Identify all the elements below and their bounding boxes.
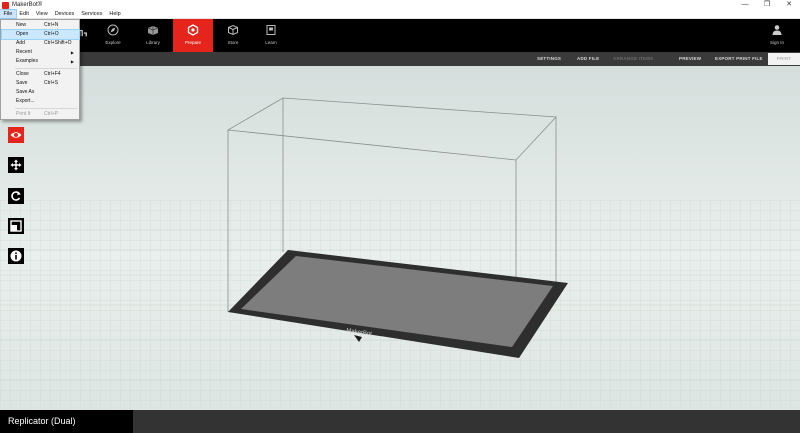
user-icon [772, 25, 782, 35]
nav-library[interactable]: Library [133, 19, 173, 52]
file-menu-recent[interactable]: Recent ▶ [2, 48, 79, 57]
file-menu-recent-label: Recent [16, 49, 32, 55]
restore-button[interactable]: ❐ [756, 0, 778, 10]
3d-viewport[interactable]: MakerBot [0, 66, 800, 410]
file-menu-new-shortcut: Ctrl+N [44, 22, 59, 28]
window-title: MakerBot® [12, 2, 43, 8]
file-menu-print-it: Print It Ctrl+P [2, 110, 79, 119]
nav-store[interactable]: Store [213, 19, 253, 52]
nav-learn[interactable]: Learn [251, 19, 291, 52]
file-menu-export[interactable]: Export... [2, 97, 79, 106]
file-menu-save[interactable]: Save Ctrl+S [2, 79, 79, 88]
eye-icon [10, 132, 22, 138]
file-menu-print-it-shortcut: Ctrl+P [44, 111, 59, 117]
menu-view[interactable]: View [32, 10, 51, 18]
sign-in-button[interactable]: Sign In [762, 19, 792, 52]
action-bar: SETTINGS ADD FILE ARRANGE ITEMS PREVIEW … [0, 52, 800, 66]
menu-services[interactable]: Services [78, 10, 106, 18]
submenu-arrow-icon: ▶ [70, 59, 74, 64]
settings-button[interactable]: SETTINGS [537, 52, 561, 66]
rotate-tool-button[interactable] [8, 188, 24, 204]
nav-label-store: Store [227, 40, 239, 45]
file-menu-open-shortcut: Ctrl+O [44, 31, 59, 37]
cubes-icon [147, 26, 159, 35]
file-menu-close-label: Close [16, 71, 29, 77]
nav-label-prepare: Prepare [184, 40, 201, 45]
file-menu-save-as-label: Save As [16, 89, 35, 95]
file-menu-dropdown: New Ctrl+N Open Ctrl+O Add Ctrl+Shift+O … [0, 19, 80, 120]
info-tool-button[interactable] [8, 248, 24, 264]
scale-tool-button[interactable] [8, 218, 24, 234]
file-menu-export-label: Export... [16, 98, 35, 104]
file-menu-examples-label: Examples [16, 58, 38, 64]
file-menu-save-label: Save [16, 80, 28, 86]
sign-in-label: Sign In [769, 40, 784, 45]
file-menu-open-label: Open [16, 31, 29, 37]
file-menu-add-shortcut: Ctrl+Shift+O [44, 40, 72, 46]
menu-separator [15, 108, 77, 109]
file-menu-add-label: Add [16, 40, 25, 46]
close-button[interactable]: ✕ [778, 0, 800, 10]
file-menu-new-label: New [16, 22, 27, 28]
file-menu-print-it-label: Print It [16, 111, 31, 117]
file-menu-close[interactable]: Close Ctrl+F4 [2, 70, 79, 79]
file-menu-save-as[interactable]: Save As [2, 88, 79, 97]
menu-bar: File Edit View Devices Services Help [0, 9, 800, 19]
info-icon [10, 250, 22, 262]
printer-selector[interactable]: Replicator (Dual) [0, 410, 133, 433]
menu-separator [15, 68, 77, 69]
submenu-arrow-icon: ▶ [70, 50, 74, 55]
scale-icon [10, 220, 22, 232]
rotate-icon [11, 191, 21, 201]
window-controls: — ❐ ✕ [734, 0, 800, 10]
view-tool-button[interactable] [8, 127, 24, 143]
minimize-button[interactable]: — [734, 0, 756, 10]
nav-label-library: Library [146, 40, 160, 45]
arrange-items-button[interactable]: ARRANGE ITEMS [613, 52, 653, 66]
menu-edit[interactable]: Edit [16, 10, 32, 18]
box-icon [228, 24, 238, 36]
preview-button[interactable]: PREVIEW [679, 52, 701, 66]
prepare-icon [187, 24, 199, 36]
menu-help[interactable]: Help [106, 10, 124, 18]
makerbot-app-icon [2, 1, 9, 9]
file-menu-open[interactable]: Open Ctrl+O [1, 29, 80, 40]
move-icon [10, 159, 22, 171]
book-icon [266, 25, 276, 35]
build-volume-scene: MakerBot [0, 97, 800, 410]
nav-explore[interactable]: Explore [93, 19, 133, 52]
file-menu-add[interactable]: Add Ctrl+Shift+O [2, 39, 79, 48]
top-toolbar: Explore Library Prepare Store Learn Sign… [0, 19, 800, 52]
add-file-button[interactable]: ADD FILE [577, 52, 599, 66]
nav-prepare[interactable]: Prepare [173, 19, 213, 52]
compass-icon [107, 24, 119, 36]
export-print-file-button[interactable]: EXPORT PRINT FILE [715, 52, 763, 66]
file-menu-new[interactable]: New Ctrl+N [2, 21, 79, 30]
title-bar: MakerBot® — ❐ ✕ [0, 0, 800, 10]
menu-devices[interactable]: Devices [51, 10, 78, 18]
file-menu-examples[interactable]: Examples ▶ [2, 57, 79, 66]
file-menu-save-shortcut: Ctrl+S [44, 80, 59, 86]
status-bar: Replicator (Dual) [0, 410, 800, 433]
move-tool-button[interactable] [8, 157, 24, 173]
file-menu-close-shortcut: Ctrl+F4 [44, 71, 61, 77]
print-button[interactable]: PRINT [768, 53, 800, 65]
nav-label-explore: Explore [105, 40, 121, 45]
nav-label-learn: Learn [265, 40, 277, 45]
menu-file[interactable]: File [0, 9, 17, 19]
